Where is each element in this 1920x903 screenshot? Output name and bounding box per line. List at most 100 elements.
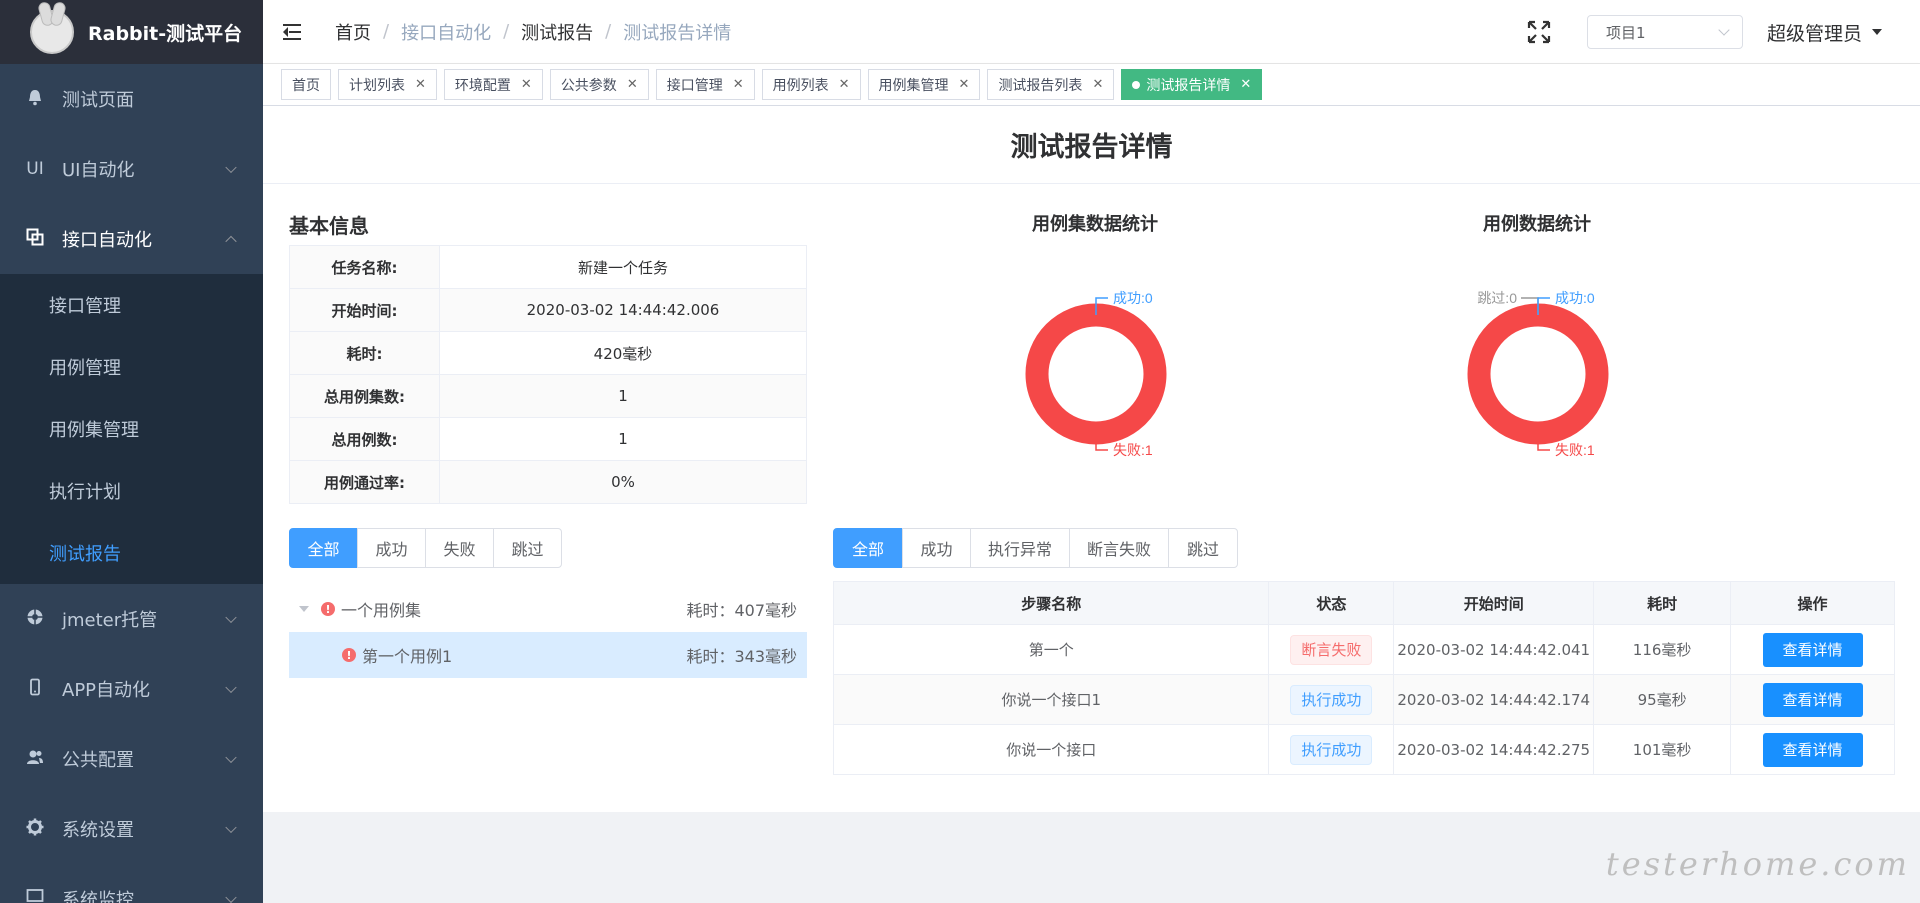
tag-suite-management[interactable]: 用例集管理 ✕	[867, 69, 981, 100]
case-donut-chart: 跳过:0 成功:0 失败:1	[1467, 290, 1609, 458]
step-cost: 101毫秒	[1593, 724, 1732, 775]
suite-chart-title: 用例集数据统计	[1032, 214, 1158, 235]
tag-label: 公共参数	[560, 77, 617, 94]
tag-report-list[interactable]: 测试报告列表 ✕	[987, 69, 1115, 100]
main-content: 测试报告详情 基本信息 任务名称: 新建一个任务 开始时间: 2020-03-02 …	[263, 106, 1920, 812]
right-filter-all[interactable]: 全部	[833, 528, 903, 568]
sidebar-item-ui-automation[interactable]: UI UI自动化	[0, 134, 263, 204]
tag-env-config[interactable]: 环境配置 ✕	[443, 69, 543, 100]
sidebar-item-label: jmeter托管	[62, 610, 158, 631]
sidebar-item-test-page[interactable]: 测试页面	[0, 64, 263, 134]
basic-info-title: 基本信息	[289, 214, 369, 238]
left-filter-success[interactable]: 成功	[357, 528, 426, 568]
step-start-time: 2020-03-02 14:44:42.275	[1393, 724, 1595, 775]
breadcrumb-home[interactable]: 首页	[335, 19, 371, 45]
chevron-down-icon	[1718, 24, 1730, 36]
tag-label: 测试报告详情	[1146, 77, 1231, 94]
rabbit-logo-icon	[30, 10, 74, 54]
close-icon[interactable]: ✕	[415, 77, 426, 92]
close-icon[interactable]: ✕	[959, 77, 970, 92]
right-filter-skip[interactable]: 跳过	[1168, 528, 1238, 568]
tag-home[interactable]: 首页	[281, 69, 331, 100]
info-row: 总用例数: 1	[289, 417, 807, 461]
sidebar-item-jmeter[interactable]: jmeter托管	[0, 584, 263, 654]
right-filter-assert-fail[interactable]: 断言失败	[1069, 528, 1169, 568]
step-start-time: 2020-03-02 14:44:42.041	[1393, 624, 1595, 675]
breadcrumb: 首页 / 接口自动化 / 测试报告 / 测试报告详情	[335, 19, 731, 45]
watermark: testerhome.com	[1605, 845, 1910, 883]
case-chart-title: 用例数据统计	[1483, 214, 1591, 235]
sidebar-item-app-automation[interactable]: APP自动化	[0, 654, 263, 724]
tag-api-management[interactable]: 接口管理 ✕	[655, 69, 755, 100]
right-filter-group: 全部 成功 执行异常 断言失败 跳过	[833, 528, 1238, 568]
breadcrumb-api-automation[interactable]: 接口自动化	[401, 19, 491, 45]
sidebar-item-api-automation[interactable]: 接口自动化	[0, 204, 263, 274]
chevron-down-icon	[225, 681, 237, 694]
close-icon[interactable]: ✕	[521, 77, 532, 92]
sidebar-item-api-management[interactable]: 接口管理	[0, 274, 263, 336]
sidebar-item-label: APP自动化	[62, 680, 151, 701]
chevron-down-icon	[225, 611, 237, 624]
case-tree: ! 一个用例集 耗时：407毫秒 ! 第一个用例1 耗时：343毫秒	[289, 586, 807, 678]
breadcrumb-current: 测试报告详情	[623, 22, 732, 44]
menu-toggle-icon[interactable]	[283, 22, 307, 42]
logo[interactable]: Rabbit-测试平台	[0, 0, 263, 64]
close-icon[interactable]: ✕	[1240, 77, 1251, 92]
tree-node-case[interactable]: ! 第一个用例1 耗时：343毫秒	[289, 632, 807, 678]
info-value: 1	[439, 374, 807, 418]
user-name[interactable]: 超级管理员	[1767, 19, 1862, 46]
info-row: 总用例集数: 1	[289, 374, 807, 418]
info-value: 420毫秒	[439, 331, 807, 375]
expand-caret-icon[interactable]	[299, 606, 309, 612]
sidebar-item-test-report[interactable]: 测试报告	[0, 522, 263, 584]
view-detail-button[interactable]: 查看详情	[1762, 732, 1863, 767]
tag-case-list[interactable]: 用例列表 ✕	[761, 69, 861, 100]
table-row: 你说一个接口1 执行成功 2020-03-02 14:44:42.174 95毫…	[832, 674, 1895, 725]
close-icon[interactable]: ✕	[733, 77, 744, 92]
sidebar-item-label: 系统监控	[62, 890, 134, 903]
tree-node-suite[interactable]: ! 一个用例集 耗时：407毫秒	[289, 586, 807, 632]
close-icon[interactable]: ✕	[839, 77, 850, 92]
column-header: 开始时间	[1393, 581, 1595, 625]
info-key: 用例通过率:	[289, 460, 440, 504]
sidebar-item-execution-plan[interactable]: 执行计划	[0, 460, 263, 522]
tag-label: 环境配置	[454, 77, 511, 94]
info-key: 总用例集数:	[289, 374, 440, 418]
info-row: 用例通过率: 0%	[289, 460, 807, 504]
tag-plan-list[interactable]: 计划列表 ✕	[338, 69, 437, 100]
sidebar-item-suite-management[interactable]: 用例集管理	[0, 398, 263, 460]
left-filter-skip[interactable]: 跳过	[493, 528, 562, 568]
suite-donut-chart: 成功:0 失败:1	[1025, 290, 1167, 458]
close-icon[interactable]: ✕	[1092, 77, 1103, 92]
right-filter-success[interactable]: 成功	[902, 528, 971, 568]
column-header: 步骤名称	[832, 581, 1270, 625]
sidebar-item-system-settings[interactable]: 系统设置	[0, 794, 263, 864]
left-filter-fail[interactable]: 失败	[425, 528, 494, 568]
close-icon[interactable]: ✕	[627, 77, 638, 92]
step-name: 第一个	[832, 624, 1270, 675]
tag-label: 测试报告列表	[998, 77, 1083, 94]
info-row: 开始时间: 2020-03-02 14:44:42.006	[289, 288, 807, 332]
breadcrumb-test-report[interactable]: 测试报告	[521, 19, 593, 45]
tag-public-params[interactable]: 公共参数 ✕	[549, 69, 649, 100]
view-detail-button[interactable]: 查看详情	[1762, 632, 1863, 667]
view-detail-button[interactable]: 查看详情	[1762, 682, 1863, 717]
project-select[interactable]: 项目1	[1586, 15, 1743, 49]
status-badge: 执行成功	[1290, 734, 1373, 765]
step-cost: 116毫秒	[1593, 624, 1732, 675]
label-success: 成功:0	[1555, 290, 1595, 306]
fullscreen-icon[interactable]	[1527, 20, 1551, 44]
left-filter-all[interactable]: 全部	[289, 528, 358, 568]
sidebar-item-case-management[interactable]: 用例管理	[0, 336, 263, 398]
chevron-down-icon	[225, 161, 237, 174]
chevron-down-icon	[225, 891, 237, 903]
right-filter-exception[interactable]: 执行异常	[970, 528, 1070, 568]
caret-down-icon[interactable]	[1872, 29, 1882, 35]
table-row: 第一个 断言失败 2020-03-02 14:44:42.041 116毫秒 查…	[832, 624, 1895, 675]
column-header: 耗时	[1593, 581, 1732, 625]
sidebar-item-public-config[interactable]: 公共配置	[0, 724, 263, 794]
tag-report-detail[interactable]: 测试报告详情 ✕	[1121, 69, 1263, 100]
sidebar-item-system-monitor[interactable]: 系统监控	[0, 864, 263, 903]
sidebar-item-label: 系统设置	[62, 820, 134, 841]
ui-text-icon: UI	[26, 159, 44, 179]
